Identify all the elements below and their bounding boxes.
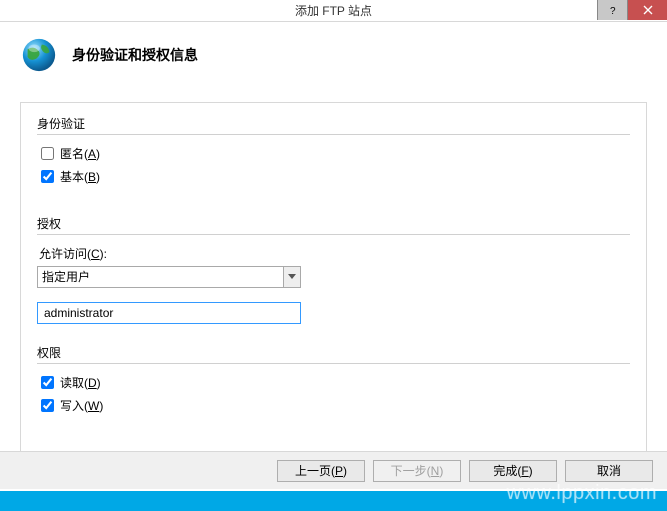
read-label: 读取(D) [60, 374, 101, 391]
titlebar: 添加 FTP 站点 ? [0, 0, 667, 22]
divider [37, 363, 630, 364]
close-button[interactable] [627, 0, 667, 20]
basic-label: 基本(B) [60, 168, 100, 185]
help-button[interactable]: ? [597, 0, 627, 20]
footer-stripe [0, 491, 667, 511]
globe-icon [20, 36, 58, 74]
cancel-button[interactable]: 取消 [565, 460, 653, 482]
authorization-label: 授权 [37, 215, 630, 232]
anonymous-checkbox-row[interactable]: 匿名(A) [41, 145, 630, 162]
content-panel: 身份验证 匿名(A) 基本(B) 授权 允许访问(C): 指定用户 权限 [20, 102, 647, 460]
next-button: 下一步(N) [373, 460, 461, 482]
page-title: 身份验证和授权信息 [72, 45, 198, 65]
allow-access-select-wrap: 指定用户 [37, 266, 301, 288]
finish-button[interactable]: 完成(F) [469, 460, 557, 482]
anonymous-checkbox[interactable] [41, 147, 54, 160]
allow-access-select[interactable]: 指定用户 [37, 266, 301, 288]
authentication-section: 身份验证 匿名(A) 基本(B) [37, 115, 630, 185]
allow-access-label: 允许访问(C): [39, 245, 630, 262]
write-checkbox[interactable] [41, 399, 54, 412]
permissions-label: 权限 [37, 344, 630, 361]
divider [37, 134, 630, 135]
window-title: 添加 FTP 站点 [295, 2, 372, 19]
basic-checkbox[interactable] [41, 170, 54, 183]
basic-checkbox-row[interactable]: 基本(B) [41, 168, 630, 185]
svg-text:?: ? [610, 6, 616, 15]
wizard-header: 身份验证和授权信息 [0, 22, 667, 82]
write-label: 写入(W) [60, 397, 103, 414]
button-bar: 上一页(P) 下一步(N) 完成(F) 取消 [0, 451, 667, 489]
authentication-label: 身份验证 [37, 115, 630, 132]
authorization-section: 授权 允许访问(C): 指定用户 [37, 215, 630, 324]
previous-button[interactable]: 上一页(P) [277, 460, 365, 482]
divider [37, 234, 630, 235]
anonymous-label: 匿名(A) [60, 145, 100, 162]
read-checkbox[interactable] [41, 376, 54, 389]
user-input[interactable] [37, 302, 301, 324]
permissions-section: 权限 读取(D) 写入(W) [37, 344, 630, 414]
read-checkbox-row[interactable]: 读取(D) [41, 374, 630, 391]
window-controls: ? [597, 0, 667, 20]
write-checkbox-row[interactable]: 写入(W) [41, 397, 630, 414]
